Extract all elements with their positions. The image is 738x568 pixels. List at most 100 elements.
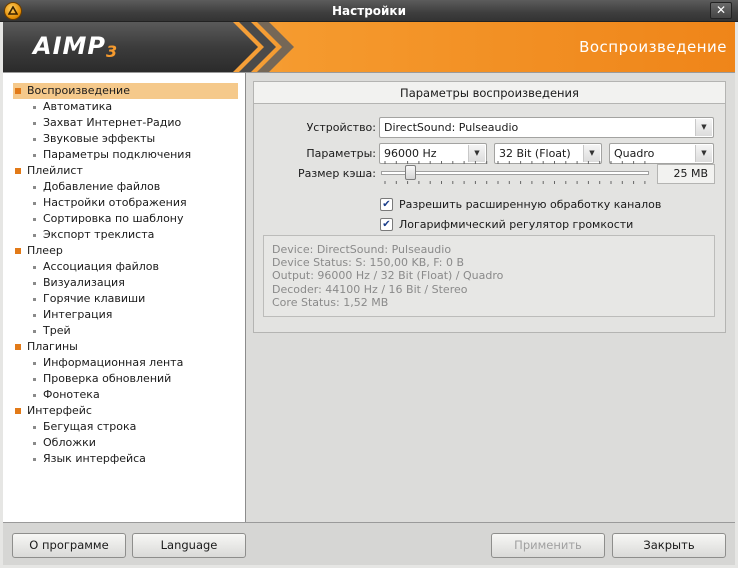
tree-item-label: Бегущая строка [43, 420, 137, 433]
cache-slider-track[interactable] [381, 171, 649, 175]
language-button[interactable]: Language [132, 533, 246, 558]
tree-item[interactable]: Звуковые эффекты [3, 131, 245, 147]
panel-header: Параметры воспроизведения [254, 82, 725, 104]
tree-item-label: Горячие клавиши [43, 292, 146, 305]
cache-label: Размер кэша: [298, 167, 376, 180]
tree-item-label: Визуализация [43, 276, 125, 289]
tree-group[interactable]: Плейлист [3, 163, 245, 179]
tree-item-label: Ассоциация файлов [43, 260, 160, 273]
close-icon[interactable]: ✕ [710, 2, 732, 19]
bullet-icon [33, 378, 36, 381]
tree-item[interactable]: Визуализация [3, 275, 245, 291]
log-volume-checkbox[interactable]: ✔ [380, 218, 393, 231]
tree-item[interactable]: Настройки отображения [3, 195, 245, 211]
apply-button[interactable]: Применить [491, 533, 605, 558]
logo-text: AIMP [33, 32, 106, 60]
tree-item[interactable]: Ассоциация файлов [3, 259, 245, 275]
status-line: Device: DirectSound: Pulseaudio [272, 243, 452, 256]
bottom-bar: О программе Language Применить Закрыть [3, 522, 735, 565]
bullet-icon [33, 314, 36, 317]
chevron-down-icon[interactable]: ▼ [695, 119, 712, 136]
tree-group-label: Интерфейс [27, 404, 92, 417]
bullet-icon [33, 330, 36, 333]
tree-item-label: Язык интерфейса [43, 452, 146, 465]
aimp-logo: AIMP3 [33, 32, 118, 61]
channels-value: Quadro [614, 147, 655, 160]
bullet-icon [33, 298, 36, 301]
cache-slider-handle[interactable] [405, 165, 417, 180]
extended-channels-checkbox[interactable]: ✔ [380, 198, 393, 211]
status-line: Output: 96000 Hz / 32 Bit (Float) / Quad… [272, 269, 504, 283]
tree-group-label: Плейлист [27, 164, 83, 177]
bullet-icon [15, 344, 21, 350]
close-button[interactable]: Закрыть [612, 533, 726, 558]
bullet-icon [15, 88, 21, 94]
tree-item-label: Интеграция [43, 308, 113, 321]
bullet-icon [33, 458, 36, 461]
bullet-icon [33, 138, 36, 141]
tree-item[interactable]: Фонотека [3, 387, 245, 403]
tree-item[interactable]: Обложки [3, 435, 245, 451]
tree-item-label: Информационная лента [43, 356, 184, 369]
bullet-icon [33, 122, 36, 125]
tree-item-label: Параметры подключения [43, 148, 192, 161]
logo-version: 3 [105, 42, 119, 61]
tree-item[interactable]: Трей [3, 323, 245, 339]
tree-group[interactable]: Интерфейс [3, 403, 245, 419]
tree-item[interactable]: Бегущая строка [3, 419, 245, 435]
bullet-icon [33, 282, 36, 285]
bullet-icon [33, 442, 36, 445]
window-title: Настройки [331, 4, 406, 18]
tree-item[interactable]: Сортировка по шаблону [3, 211, 245, 227]
header-banner: AIMP3 Воспроизведение [3, 22, 735, 72]
tree-item[interactable]: Горячие клавиши [3, 291, 245, 307]
tree-item[interactable]: Захват Интернет-Радио [3, 115, 245, 131]
bullet-icon [15, 248, 21, 254]
tree-group[interactable]: Плеер [3, 243, 245, 259]
bullet-icon [15, 408, 21, 414]
tree-item-label: Автоматика [43, 100, 113, 113]
device-label: Устройство: [306, 121, 376, 134]
tree-item[interactable]: Язык интерфейса [3, 451, 245, 467]
status-line: Decoder: 44100 Hz / 16 Bit / Stereo [272, 282, 468, 296]
tree-item[interactable]: Добавление файлов [3, 179, 245, 195]
samplerate-value: 96000 Hz [384, 147, 437, 160]
tree-item-label: Фонотека [43, 388, 100, 401]
device-select[interactable]: DirectSound: Pulseaudio ▼ [379, 117, 714, 138]
tree-item[interactable]: Интеграция [3, 307, 245, 323]
section-title: Воспроизведение [579, 38, 727, 56]
bullet-icon [33, 106, 36, 109]
bullet-icon [33, 202, 36, 205]
tree-item[interactable]: Автоматика [3, 99, 245, 115]
log-volume-label[interactable]: Логарифмический регулятор громкости [399, 218, 633, 231]
tree-group-label: Плагины [27, 340, 78, 353]
bullet-icon [33, 234, 36, 237]
tree-item-label: Захват Интернет-Радио [43, 116, 182, 129]
tree-item[interactable]: Проверка обновлений [3, 371, 245, 387]
tree-item-label: Обложки [43, 436, 96, 449]
extended-channels-label[interactable]: Разрешить расширенную обработку каналов [399, 198, 661, 211]
tree-item-label: Добавление файлов [43, 180, 161, 193]
tree-group[interactable]: Плагины [3, 339, 245, 355]
status-line: Device Status: S: 150,00 KB, F: 0 B [272, 256, 465, 270]
bullet-icon [33, 426, 36, 429]
bitdepth-value: 32 Bit (Float) [499, 147, 571, 160]
settings-tree: Воспроизведение Автоматика Захват Интернет… [3, 73, 246, 523]
bullet-icon [33, 218, 36, 221]
tree-item[interactable]: Информационная лента [3, 355, 245, 371]
tree-item-label: Звуковые эффекты [43, 132, 156, 145]
tree-item[interactable]: Параметры подключения [3, 147, 245, 163]
title-bar: Настройки ✕ [0, 0, 738, 22]
bullet-icon [33, 154, 36, 157]
tree-item-label: Настройки отображения [43, 196, 187, 209]
tree-item[interactable]: Экспорт треклиста [3, 227, 245, 243]
bullet-icon [33, 394, 36, 397]
tree-group[interactable]: Воспроизведение [13, 83, 238, 99]
playback-settings-panel: Параметры воспроизведения Устройство: Di… [253, 81, 726, 333]
tree-group-label: Плеер [27, 244, 63, 257]
bullet-icon [33, 186, 36, 189]
chevron-down-icon[interactable]: ▼ [695, 145, 712, 162]
bullet-icon [15, 168, 21, 174]
params-label: Параметры: [306, 147, 376, 160]
about-button[interactable]: О программе [12, 533, 126, 558]
